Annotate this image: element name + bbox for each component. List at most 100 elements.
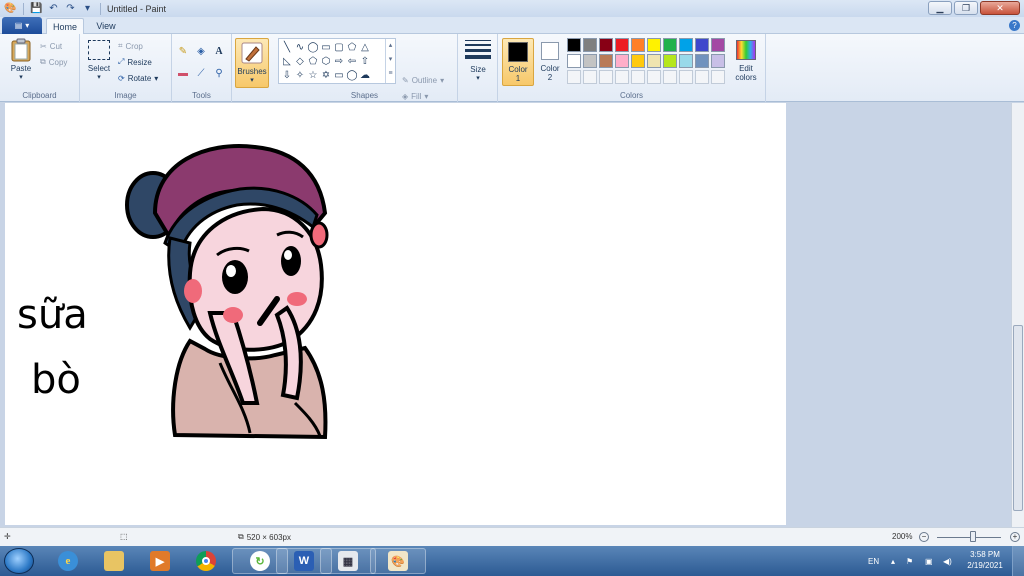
help-icon[interactable]: ? [1009, 20, 1020, 31]
palette-color-swatch[interactable] [583, 38, 597, 52]
palette-color-swatch[interactable] [695, 54, 709, 68]
palette-color-swatch[interactable] [615, 54, 629, 68]
palette-color-swatch[interactable] [631, 54, 645, 68]
palette-color-swatch[interactable] [711, 54, 725, 68]
custom-color-slot[interactable] [615, 70, 629, 84]
language-indicator[interactable]: EN [868, 546, 879, 576]
rounded-callout-shape-icon[interactable]: ▭ [333, 69, 345, 81]
minimize-button[interactable]: ▁ [928, 1, 952, 15]
custom-color-slot[interactable] [695, 70, 709, 84]
palette-color-swatch[interactable] [663, 54, 677, 68]
custom-color-slot[interactable] [567, 70, 581, 84]
palette-color-swatch[interactable] [631, 38, 645, 52]
custom-color-slot[interactable] [711, 70, 725, 84]
five-point-star-shape-icon[interactable]: ☆ [307, 69, 319, 81]
drawing-canvas[interactable]: sữa bò [5, 103, 786, 525]
custom-color-slot[interactable] [631, 70, 645, 84]
zoom-slider-thumb[interactable] [970, 531, 976, 542]
rotate-button[interactable]: ⟳ Rotate ▾ [118, 72, 158, 84]
network-icon[interactable]: ▣ [925, 546, 933, 576]
palette-color-swatch[interactable] [695, 38, 709, 52]
curve-shape-icon[interactable]: ∿ [294, 41, 306, 53]
custom-color-slot[interactable] [663, 70, 677, 84]
up-arrow-shape-icon[interactable]: ⇧ [359, 55, 371, 67]
paint-menu-button[interactable]: ▤ ▾ [2, 17, 42, 34]
vertical-scroll-thumb[interactable] [1013, 325, 1023, 511]
cloud-callout-shape-icon[interactable]: ☁ [359, 69, 371, 81]
palette-color-swatch[interactable] [567, 54, 581, 68]
custom-color-slot[interactable] [583, 70, 597, 84]
palette-color-swatch[interactable] [679, 54, 693, 68]
palette-color-swatch[interactable] [583, 54, 597, 68]
shapes-scroll[interactable]: ▴ ▾ ≡ [385, 39, 395, 83]
palette-color-swatch[interactable] [711, 38, 725, 52]
palette-color-swatch[interactable] [567, 38, 581, 52]
paint-app-icon[interactable]: 🎨 [4, 2, 17, 15]
palette-color-swatch[interactable] [615, 38, 629, 52]
hexagon-shape-icon[interactable]: ⬡ [320, 55, 332, 67]
tab-home[interactable]: Home [46, 18, 84, 34]
close-button[interactable]: ✕ [980, 1, 1020, 15]
start-button[interactable] [4, 548, 34, 574]
show-desktop-button[interactable] [1012, 546, 1024, 576]
undo-icon[interactable]: ↶ [47, 2, 60, 15]
palette-color-swatch[interactable] [599, 54, 613, 68]
size-button[interactable]: Size ▾ [465, 40, 491, 82]
select-button[interactable]: Select ▾ [86, 40, 112, 81]
color-picker-icon[interactable]: ⟋ [194, 66, 208, 80]
oval-shape-icon[interactable]: ◯ [307, 41, 319, 53]
magnifier-icon[interactable]: ⚲ [212, 66, 226, 80]
tab-view[interactable]: View [88, 18, 124, 34]
brushes-button[interactable]: Brushes ▾ [235, 38, 269, 88]
pencil-icon[interactable]: ✎ [176, 44, 190, 58]
custom-color-slot[interactable] [679, 70, 693, 84]
zoom-out-button[interactable]: − [919, 532, 929, 542]
oval-callout-shape-icon[interactable]: ◯ [346, 69, 358, 81]
copy-button[interactable]: ⧉ Copy [40, 56, 67, 68]
fill-bucket-icon[interactable]: ◈ [194, 44, 208, 58]
resize-button[interactable]: ⤢ Resize [118, 56, 152, 68]
taskbar-calculator[interactable]: ▦ [320, 548, 376, 574]
palette-color-swatch[interactable] [647, 54, 661, 68]
outline-button[interactable]: ✎ Outline ▾ [402, 74, 444, 86]
down-arrow-shape-icon[interactable]: ⇩ [281, 69, 293, 81]
taskbar-paint[interactable]: 🎨 [370, 548, 426, 574]
palette-color-swatch[interactable] [663, 38, 677, 52]
edit-colors-button[interactable]: Edit colors [732, 38, 760, 88]
paste-button[interactable]: Paste ▾ [6, 38, 36, 81]
rounded-rectangle-shape-icon[interactable]: ▢ [333, 41, 345, 53]
action-center-flag-icon[interactable]: ⚑ [906, 546, 913, 576]
restore-button[interactable]: ❐ [954, 1, 978, 15]
diamond-shape-icon[interactable]: ◇ [294, 55, 306, 67]
crop-button[interactable]: ⌗ Crop [118, 40, 143, 52]
zoom-slider-track[interactable] [937, 537, 1001, 538]
taskbar-chrome[interactable] [178, 548, 234, 574]
six-point-star-shape-icon[interactable]: ✡ [320, 69, 332, 81]
color1-button[interactable]: Color 1 [502, 38, 534, 86]
polygon-shape-icon[interactable]: ⬠ [346, 41, 358, 53]
clock[interactable]: 3:58 PM 2/19/2021 [962, 549, 1008, 571]
redo-icon[interactable]: ↷ [64, 2, 77, 15]
triangle-shape-icon[interactable]: △ [359, 41, 371, 53]
custom-color-slot[interactable] [647, 70, 661, 84]
custom-color-slot[interactable] [599, 70, 613, 84]
pentagon-shape-icon[interactable]: ⬠ [307, 55, 319, 67]
volume-icon[interactable]: ◀) [943, 546, 952, 576]
four-point-star-shape-icon[interactable]: ✧ [294, 69, 306, 81]
right-arrow-shape-icon[interactable]: ⇨ [333, 55, 345, 67]
fill-button[interactable]: ◈ Fill ▾ [402, 90, 428, 102]
zoom-in-button[interactable]: + [1010, 532, 1020, 542]
line-shape-icon[interactable]: ╲ [281, 41, 293, 53]
left-arrow-shape-icon[interactable]: ⇦ [346, 55, 358, 67]
palette-color-swatch[interactable] [679, 38, 693, 52]
eraser-icon[interactable]: ▬ [176, 66, 190, 80]
cut-button[interactable]: ✂ Cut [40, 40, 62, 52]
save-icon[interactable]: 💾 [30, 2, 43, 15]
show-hidden-icons-icon[interactable]: ▴ [891, 546, 895, 576]
rectangle-shape-icon[interactable]: ▭ [320, 41, 332, 53]
customize-qat-chevron-icon[interactable]: ▾ [81, 2, 94, 15]
right-triangle-shape-icon[interactable]: ◺ [281, 55, 293, 67]
color2-button[interactable]: Color 2 [537, 38, 563, 86]
palette-color-swatch[interactable] [647, 38, 661, 52]
palette-color-swatch[interactable] [599, 38, 613, 52]
